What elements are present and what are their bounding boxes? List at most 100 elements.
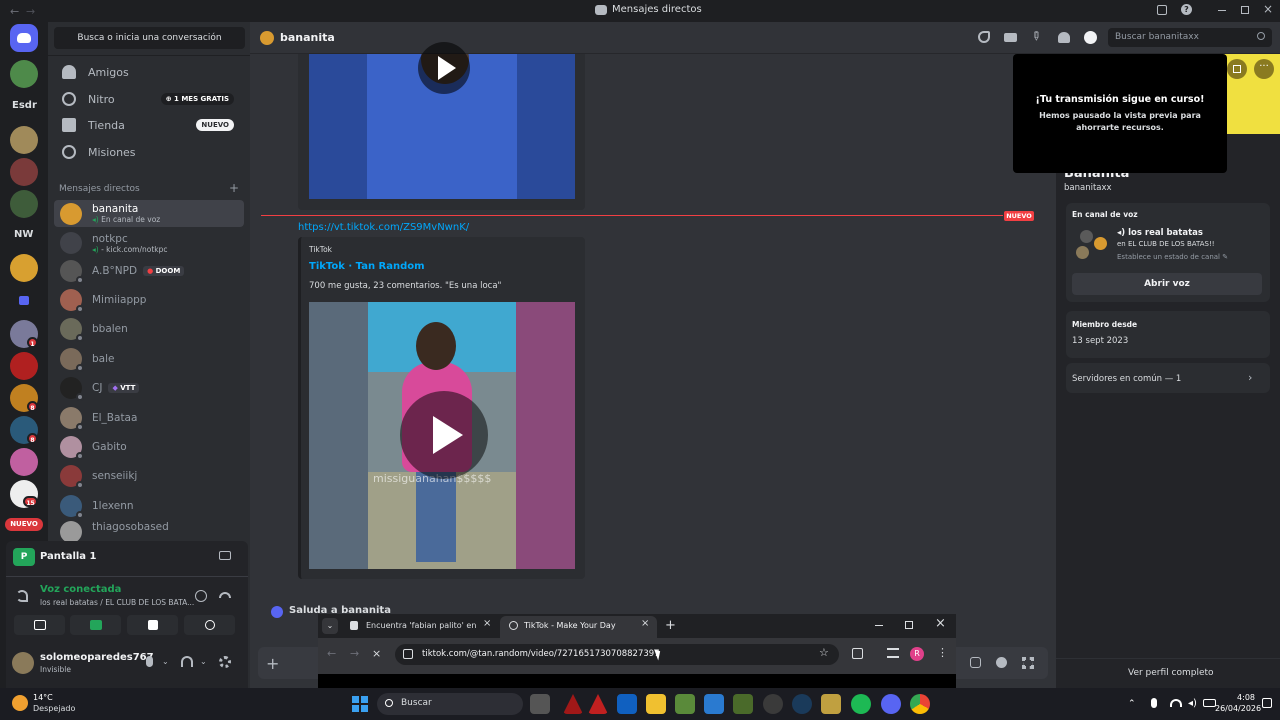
- noise-suppression-icon[interactable]: [195, 590, 207, 602]
- set-channel-status[interactable]: Establece un estado de canal ✎: [1117, 253, 1228, 261]
- weather-desc[interactable]: Despejado: [33, 704, 75, 713]
- view-full-profile-link[interactable]: Ver perfil completo: [1128, 668, 1214, 678]
- open-voice-button[interactable]: Abrir voz: [1072, 273, 1262, 295]
- app-icon[interactable]: [763, 694, 783, 714]
- minimize-icon[interactable]: [1218, 10, 1226, 11]
- close-tab-icon[interactable]: ×: [641, 618, 649, 629]
- user-name[interactable]: solomeoparedes767: [40, 652, 154, 663]
- nav-nitro[interactable]: Nitro ⊕ 1 MES GRATIS: [54, 86, 244, 112]
- user-avatar[interactable]: [12, 652, 34, 674]
- nav-shop[interactable]: Tienda NUEVO: [54, 112, 244, 138]
- maximize-icon[interactable]: [1241, 6, 1249, 14]
- forward-arrow-icon[interactable]: →: [350, 647, 359, 660]
- tab-search-icon[interactable]: ⌄: [322, 618, 338, 634]
- more-options-icon[interactable]: ···: [1254, 59, 1274, 79]
- user-profile-icon[interactable]: [1084, 31, 1097, 44]
- browser-tab[interactable]: Encuentra 'fabian palito' en Tik ×: [342, 617, 497, 636]
- server-icon[interactable]: [10, 448, 38, 476]
- clock-date[interactable]: 26/04/2026: [1215, 704, 1261, 713]
- sticker-icon[interactable]: [970, 657, 981, 668]
- back-arrow-icon[interactable]: ←: [10, 5, 19, 18]
- server-icon[interactable]: [10, 352, 38, 380]
- server-icon[interactable]: [10, 254, 38, 282]
- app-icon[interactable]: [821, 694, 841, 714]
- chrome-icon[interactable]: [910, 694, 930, 714]
- maximize-icon[interactable]: [905, 621, 913, 629]
- address-bar[interactable]: tiktok.com/@tan.random/video/72716517307…: [395, 644, 839, 665]
- minecraft-icon[interactable]: [733, 694, 753, 714]
- dm-item[interactable]: thiagosobased: [54, 521, 244, 541]
- wifi-icon[interactable]: [1170, 699, 1182, 707]
- dm-item[interactable]: senseiikj: [54, 462, 244, 490]
- server-icon[interactable]: [10, 126, 38, 154]
- play-button[interactable]: [400, 391, 488, 479]
- notifications-icon[interactable]: [1262, 698, 1272, 708]
- spotify-icon[interactable]: [851, 694, 871, 714]
- play-button[interactable]: [418, 42, 470, 94]
- clock-time[interactable]: 4:08: [1225, 693, 1255, 702]
- server-label[interactable]: NW: [14, 229, 33, 240]
- nav-friends[interactable]: Amigos: [54, 59, 244, 85]
- chevron-down-icon[interactable]: ⌄: [162, 657, 169, 666]
- create-dm-icon[interactable]: +: [229, 181, 239, 195]
- emoji-icon[interactable]: [996, 657, 1007, 668]
- connection-icon[interactable]: [16, 590, 28, 602]
- extensions-icon[interactable]: [852, 648, 863, 659]
- profile-avatar[interactable]: R: [910, 647, 924, 661]
- site-info-icon[interactable]: [403, 649, 413, 659]
- close-tab-icon[interactable]: ×: [483, 618, 491, 629]
- new-tab-icon[interactable]: +: [665, 618, 676, 633]
- file-explorer-icon[interactable]: [646, 694, 666, 714]
- bookmark-star-icon[interactable]: ☆: [819, 646, 829, 659]
- start-windows-icon[interactable]: [352, 696, 368, 712]
- close-icon[interactable]: ×: [1263, 2, 1273, 16]
- close-icon[interactable]: ×: [935, 616, 946, 631]
- apps-icon[interactable]: [1022, 657, 1034, 669]
- share-screen-button[interactable]: [70, 615, 121, 635]
- voice-channel-name[interactable]: ◂) los real batatas: [1117, 228, 1203, 238]
- find-conversation-button[interactable]: Busca o inicia una conversación: [54, 27, 245, 49]
- activities-button[interactable]: [127, 615, 178, 635]
- disconnect-icon[interactable]: [219, 592, 231, 598]
- microphone-icon[interactable]: [1151, 698, 1157, 708]
- dm-item[interactable]: El_Bataa: [54, 404, 244, 432]
- discord-icon[interactable]: [881, 694, 901, 714]
- stop-loading-icon[interactable]: ×: [372, 647, 381, 660]
- embed-title[interactable]: TikTok · Tan Random: [309, 261, 425, 272]
- nav-quests[interactable]: Misiones: [54, 139, 244, 165]
- volume-icon[interactable]: ◂): [1188, 698, 1197, 709]
- menu-kebab-icon[interactable]: ⋮: [937, 646, 948, 659]
- taskbar-search[interactable]: Buscar: [377, 693, 523, 715]
- chevron-right-icon[interactable]: ›: [1248, 371, 1252, 384]
- server-label[interactable]: Esdr: [12, 100, 37, 111]
- tray-chevron-icon[interactable]: ⌃: [1128, 699, 1136, 709]
- dm-item-notkpc[interactable]: notkpc ◂) - kick.com/notkpc: [54, 229, 244, 257]
- dm-item[interactable]: CJ ◆ VTT: [54, 374, 244, 402]
- mutual-servers-label[interactable]: Servidores en común — 1: [1072, 374, 1181, 384]
- dm-item[interactable]: A.B°NPD ● DOOM: [54, 257, 244, 285]
- video-call-icon[interactable]: [1004, 33, 1017, 42]
- server-icon[interactable]: [10, 158, 38, 186]
- help-icon[interactable]: ?: [1181, 4, 1192, 15]
- task-view-icon[interactable]: [530, 694, 550, 714]
- phone-call-icon[interactable]: [978, 31, 990, 43]
- dm-item[interactable]: bbalen: [54, 315, 244, 343]
- app-icon[interactable]: [675, 694, 695, 714]
- add-friends-icon[interactable]: [1058, 32, 1070, 43]
- app-icon[interactable]: [617, 694, 637, 714]
- browser-tab-active[interactable]: TikTok - Make Your Day ×: [500, 616, 657, 638]
- embed-provider[interactable]: TikTok: [309, 245, 332, 254]
- back-arrow-icon[interactable]: ←: [327, 647, 336, 660]
- dm-item[interactable]: 1lexenn: [54, 492, 244, 520]
- soundboard-button[interactable]: [184, 615, 235, 635]
- inbox-icon[interactable]: [1157, 5, 1167, 15]
- server-icon[interactable]: [10, 190, 38, 218]
- weather-temp[interactable]: 14°C: [33, 693, 53, 702]
- weather-icon[interactable]: [12, 695, 28, 711]
- steam-icon[interactable]: [792, 694, 812, 714]
- media-controls-icon[interactable]: [887, 648, 899, 658]
- new-unreads-pill[interactable]: NUEVO: [5, 518, 43, 531]
- folder-icon[interactable]: [19, 296, 29, 305]
- header-name[interactable]: bananita: [280, 31, 335, 44]
- dm-item[interactable]: Mimiiappp: [54, 286, 244, 314]
